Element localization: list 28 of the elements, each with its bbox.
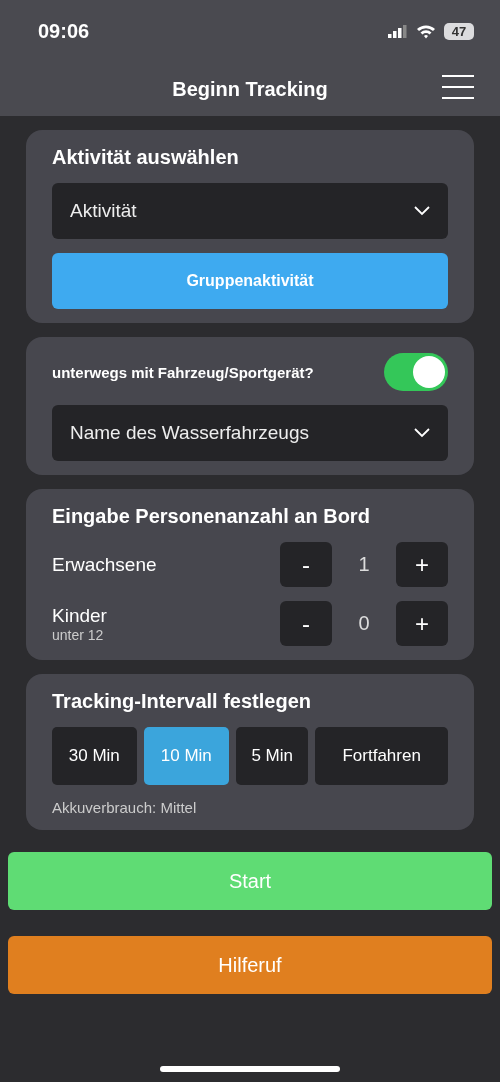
vessel-dropdown[interactable]: Name des Wasserfahrzeugs: [52, 405, 448, 461]
increment-button[interactable]: +: [396, 601, 448, 646]
increment-button[interactable]: +: [396, 542, 448, 587]
activity-dropdown[interactable]: Aktivität: [52, 183, 448, 239]
wifi-icon: [416, 23, 436, 39]
chevron-down-icon: [414, 206, 430, 216]
screen-title: Beginn Tracking: [172, 77, 328, 101]
battery-usage-note: Akkuverbrauch: Mittel: [52, 799, 198, 816]
signal-icon: [388, 24, 408, 38]
decrement-button[interactable]: -: [280, 601, 332, 646]
person-count: 0: [357, 612, 371, 635]
toggle-label: unterwegs mit Fahrzeug/Sportgerät?: [52, 363, 314, 381]
decrement-button[interactable]: -: [280, 542, 332, 587]
interval-option[interactable]: 5 Min: [236, 727, 309, 785]
section-title: Tracking-Intervall festlegen: [52, 690, 312, 713]
section-title: Eingabe Personenanzahl an Bord: [52, 505, 371, 528]
section-title: Aktivität auswählen: [52, 146, 240, 169]
menu-button[interactable]: [442, 75, 474, 99]
interval-option[interactable]: Fortfahren: [315, 727, 448, 785]
interval-option[interactable]: 30 Min: [52, 727, 137, 785]
battery-indicator: 47: [444, 22, 474, 40]
person-count: 1: [357, 553, 371, 576]
vehicle-toggle[interactable]: [384, 353, 448, 391]
status-time: 09:06: [38, 19, 90, 43]
person-label: Kinder: [52, 604, 107, 627]
chevron-down-icon: [414, 428, 430, 438]
person-label: Erwachsene: [52, 553, 157, 576]
person-sublabel: unter 12: [52, 626, 105, 643]
